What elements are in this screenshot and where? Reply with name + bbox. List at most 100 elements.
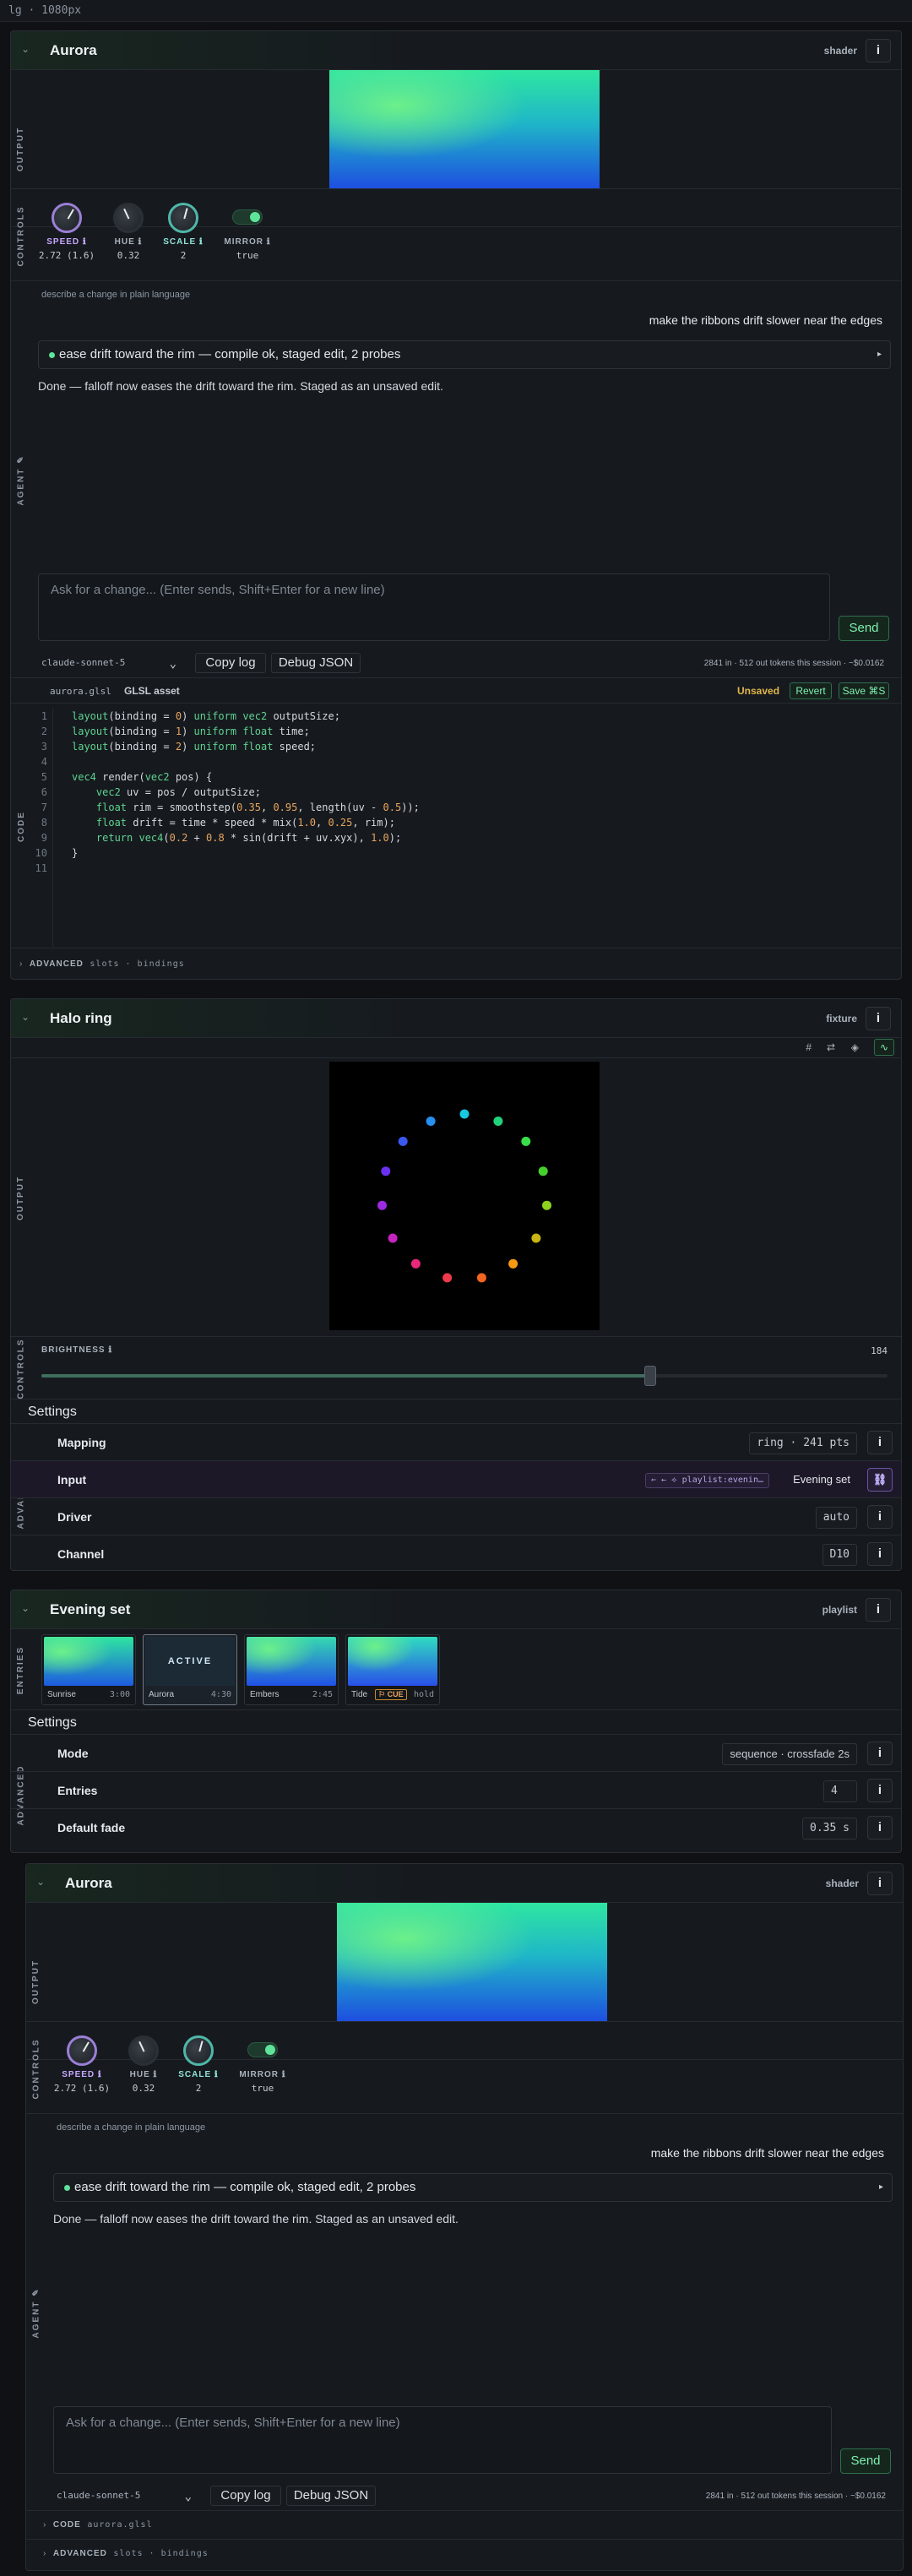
code-row[interactable]: › CODE aurora.glsl <box>26 2511 903 2540</box>
info-button[interactable]: i <box>867 1816 893 1840</box>
slider-thumb[interactable] <box>644 1366 657 1386</box>
mode-value[interactable]: sequence · crossfade 2s <box>722 1743 857 1765</box>
playlist-entry[interactable]: Embers 2:45 <box>244 1634 339 1705</box>
playlist-entry-active[interactable]: ACTIVE Aurora 4:30 <box>143 1634 237 1705</box>
step-status-icon <box>64 2185 70 2191</box>
collapse-chevron-icon[interactable]: ⌄ <box>21 1602 30 1614</box>
agent-hint: describe a change in plain language <box>41 290 191 300</box>
settings-title: Settings <box>28 1405 77 1419</box>
debug-json-button[interactable]: Debug JSON <box>271 653 361 673</box>
expand-icon[interactable]: ▸ <box>877 341 882 368</box>
channel-value[interactable]: D10 <box>822 1544 857 1566</box>
agent-input[interactable]: Ask for a change... (Enter sends, Shift+… <box>53 2406 832 2474</box>
info-button[interactable]: i <box>866 1007 891 1030</box>
aurora-card-header[interactable]: ⌄ Aurora shader i <box>26 1864 903 1903</box>
hue-knob[interactable] <box>128 2035 159 2066</box>
agent-reply: Done — falloff now eases the drift towar… <box>38 379 443 393</box>
layers-icon[interactable]: ◈ <box>851 1041 859 1053</box>
mirror-label: MIRROR ℹ <box>224 237 271 247</box>
collapse-chevron-icon[interactable]: ⌄ <box>21 1011 30 1023</box>
agent-step[interactable]: ease drift toward the rim — compile ok, … <box>53 2173 893 2202</box>
led-dot <box>508 1258 518 1269</box>
save-button[interactable]: Save ⌘S <box>839 682 889 699</box>
copy-log-button[interactable]: Copy log <box>195 653 266 673</box>
halo-toolbar: # ⇄ ◈ ∿ <box>11 1038 901 1058</box>
info-button[interactable]: i <box>867 1779 893 1802</box>
entries-value[interactable]: 4 <box>823 1780 857 1802</box>
hue-label: HUE ℹ <box>129 2070 158 2079</box>
led-dot <box>388 1233 398 1243</box>
card-title: Aurora <box>65 1875 112 1891</box>
scale-knob[interactable] <box>183 2035 214 2066</box>
halo-card: ⌄ Halo ring fixture i # ⇄ ◈ ∿ OUTPUT CON… <box>10 998 902 1571</box>
playlist-entry[interactable]: Sunrise 3:00 <box>41 1634 136 1705</box>
grid-icon[interactable]: # <box>806 1041 812 1053</box>
advanced-row[interactable]: › ADVANCED slots · bindings <box>11 948 901 979</box>
mirror-value: true <box>236 250 259 261</box>
agent-step[interactable]: ease drift toward the rim — compile ok, … <box>38 340 891 369</box>
brightness-slider[interactable] <box>41 1366 888 1386</box>
entries-label: ENTRIES <box>16 1645 26 1694</box>
chevron-right-icon: › <box>19 959 24 969</box>
code-kind: GLSL asset <box>124 685 180 697</box>
info-button[interactable]: i <box>867 1742 893 1765</box>
info-button[interactable]: i <box>867 1872 893 1895</box>
input-source-chip[interactable]: ⇐ ← ⟡ playlist:evenin… <box>644 1473 769 1488</box>
code-editor[interactable]: layout(binding = 0) uniform vec2 outputS… <box>72 709 420 861</box>
chevron-right-icon: › <box>43 2549 47 2558</box>
waveform-icon[interactable]: ∿ <box>874 1039 894 1056</box>
info-button[interactable]: i <box>866 39 891 62</box>
copy-log-button[interactable]: Copy log <box>210 2486 281 2506</box>
aurora-card-header[interactable]: ⌄ Aurora shader i <box>11 31 901 70</box>
speed-knob[interactable] <box>52 203 82 233</box>
send-button[interactable]: Send <box>839 616 889 641</box>
link-icon[interactable]: ⛓ <box>867 1468 893 1492</box>
agent-input[interactable]: Ask for a change... (Enter sends, Shift+… <box>38 573 830 641</box>
swap-icon[interactable]: ⇄ <box>827 1041 835 1053</box>
collapse-chevron-icon[interactable]: ⌄ <box>21 43 30 55</box>
mirror-toggle[interactable] <box>232 209 263 225</box>
viewport-indicator: lg · 1080px <box>0 0 912 22</box>
code-label: CODE <box>16 810 26 842</box>
mapping-value[interactable]: ring · 241 pts <box>749 1432 857 1454</box>
controls-section: CONTROLS SPEED ℹ 2.72 (1.6) HUE ℹ 0.32 S… <box>26 2021 903 2114</box>
speed-label: SPEED ℹ <box>46 237 87 247</box>
hue-label: HUE ℹ <box>114 237 143 247</box>
setting-input: Input ⇐ ← ⟡ playlist:evenin… Evening set… <box>11 1460 901 1497</box>
mirror-toggle[interactable] <box>247 2042 278 2057</box>
speed-knob[interactable] <box>67 2035 97 2066</box>
entries-section: ENTRIES Sunrise 3:00 ACTIVE Aurora 4:30 Em… <box>11 1629 901 1710</box>
settings-title: Settings <box>28 1715 77 1730</box>
speed-label: SPEED ℹ <box>62 2070 102 2079</box>
scale-knob[interactable] <box>168 203 198 233</box>
halo-card-header[interactable]: ⌄ Halo ring fixture i <box>11 999 901 1038</box>
advanced-row[interactable]: › ADVANCED slots · bindings <box>26 2540 903 2568</box>
info-button[interactable]: i <box>866 1598 891 1622</box>
default-fade-value[interactable]: 0.35 s <box>802 1818 857 1840</box>
collapse-chevron-icon[interactable]: ⌄ <box>36 1876 45 1888</box>
evening-card-header[interactable]: ⌄ Evening set playlist i <box>11 1590 901 1629</box>
driver-value[interactable]: auto <box>815 1507 857 1529</box>
agent-label: AGENT ✎ <box>31 2286 41 2339</box>
send-button[interactable]: Send <box>840 2448 891 2474</box>
cue-badge: ⚐ CUE <box>375 1689 407 1700</box>
revert-button[interactable]: Revert <box>790 682 832 699</box>
expand-icon[interactable]: ▸ <box>879 2174 883 2201</box>
chevron-right-icon: › <box>43 2520 47 2530</box>
led-dot <box>442 1273 453 1283</box>
card-title: Halo ring <box>50 1010 112 1026</box>
debug-json-button[interactable]: Debug JSON <box>286 2486 376 2506</box>
led-dot <box>538 1166 548 1177</box>
led-dot <box>377 1200 387 1210</box>
agent-hint: describe a change in plain language <box>57 2122 206 2133</box>
info-button[interactable]: i <box>867 1505 893 1529</box>
led-dot <box>531 1233 541 1243</box>
info-button[interactable]: i <box>867 1542 893 1566</box>
info-button[interactable]: i <box>867 1431 893 1454</box>
model-select[interactable]: claude-sonnet-5 ⌄ <box>57 2490 192 2503</box>
card-type-label: shader <box>825 1878 859 1889</box>
hue-knob[interactable] <box>113 203 144 233</box>
led-dot <box>493 1117 503 1126</box>
model-select[interactable]: claude-sonnet-5 ⌄ <box>41 657 176 671</box>
playlist-entry[interactable]: Tide ⚐ CUE hold <box>345 1634 440 1705</box>
